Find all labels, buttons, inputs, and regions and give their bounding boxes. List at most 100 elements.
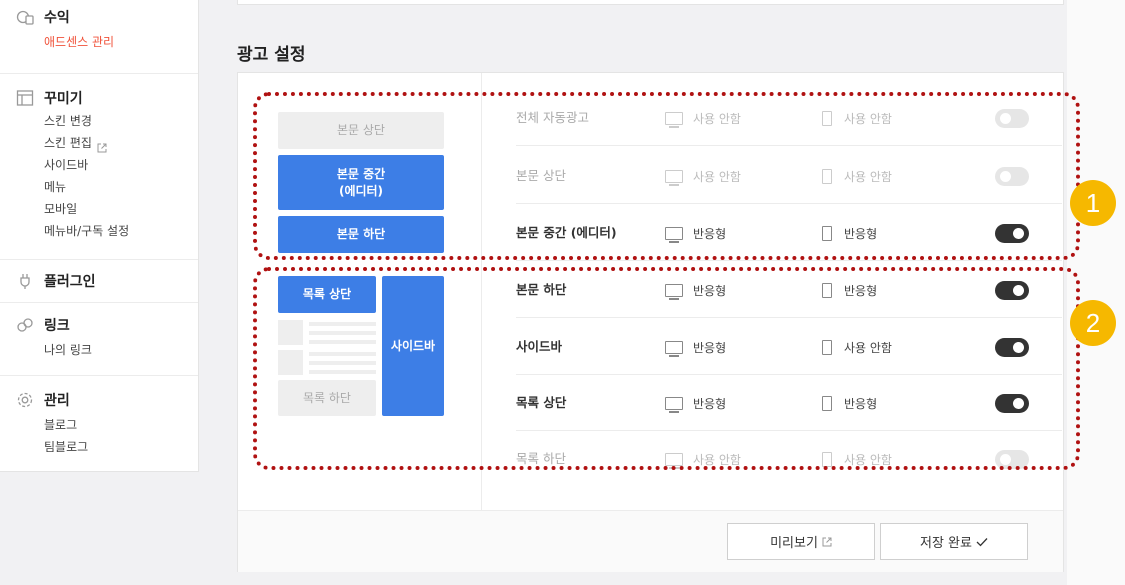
preview-line — [309, 361, 376, 365]
ad-toggle[interactable] — [995, 450, 1029, 469]
sidebar-group-decorate: 꾸미기 스킨 변경 스킨 편집 사이드바 메뉴 모바일 메뉴바/구독 설정 — [0, 74, 198, 260]
sidebar-item-skin-change[interactable]: 스킨 변경 — [16, 110, 198, 132]
external-link-icon — [97, 138, 107, 153]
pc-option[interactable]: 사용 안함 — [665, 90, 741, 146]
ad-toggle[interactable] — [995, 167, 1029, 186]
pc-option-label: 반응형 — [693, 340, 727, 355]
preview-line — [309, 340, 376, 344]
ad-row-body-bottom: 본문 하단 반응형 반응형 — [516, 262, 1062, 318]
ad-row-list-top: 목록 상단 반응형 반응형 — [516, 375, 1062, 431]
desktop-icon — [665, 226, 683, 243]
desktop-icon — [665, 396, 683, 413]
mobile-icon — [822, 339, 832, 355]
preview-list-bottom: 목록 하단 — [278, 380, 376, 416]
ad-toggle[interactable] — [995, 394, 1029, 413]
ad-toggle[interactable] — [995, 109, 1029, 128]
mobile-option[interactable]: 사용 안함 — [822, 319, 892, 375]
ad-row-body-middle: 본문 중간 (에디터) 반응형 반응형 — [516, 205, 1062, 261]
preview-body-bottom: 본문 하단 — [278, 216, 444, 253]
pc-option-label: 반응형 — [693, 396, 727, 411]
mobile-option-label: 사용 안함 — [844, 169, 892, 184]
sidebar-item-blog[interactable]: 블로그 — [16, 414, 198, 436]
sidebar-group-head-decorate[interactable]: 꾸미기 — [16, 86, 198, 110]
row-label: 사이드바 — [516, 339, 563, 354]
mobile-icon — [822, 168, 832, 184]
pc-option[interactable]: 사용 안함 — [665, 148, 741, 204]
mobile-option[interactable]: 사용 안함 — [822, 148, 892, 204]
sidebar: 수익 애드센스 관리 꾸미기 스킨 변경 스킨 편집 사이드바 메뉴 모바일 메… — [0, 0, 199, 472]
preview-list-top: 목록 상단 — [278, 276, 376, 313]
sidebar-item-menubar-settings[interactable]: 메뉴바/구독 설정 — [16, 220, 198, 242]
annotation-marker-2: 2 — [1070, 300, 1116, 346]
sidebar-group-plugin: 플러그인 — [0, 260, 198, 303]
mobile-icon — [822, 451, 832, 467]
mobile-icon — [822, 110, 832, 126]
mobile-option-label: 사용 안함 — [844, 452, 892, 467]
preview-button-label: 미리보기 — [770, 536, 818, 551]
desktop-icon — [665, 111, 683, 128]
mobile-option-label: 사용 안함 — [844, 340, 892, 355]
sidebar-item-mobile[interactable]: 모바일 — [16, 198, 198, 220]
pc-option[interactable]: 반응형 — [665, 262, 726, 318]
ad-settings-panel: 본문 상단 본문 중간 (에디터) 본문 하단 목록 상단 사이드바 목록 하단… — [237, 72, 1064, 572]
mobile-option[interactable]: 사용 안함 — [822, 431, 892, 487]
pc-option-label: 사용 안함 — [693, 452, 741, 467]
ad-toggle[interactable] — [995, 224, 1029, 243]
sidebar-group-head-manage[interactable]: 관리 — [16, 388, 198, 412]
sidebar-group-revenue: 수익 애드센스 관리 — [0, 0, 198, 74]
preview-button[interactable]: 미리보기 — [727, 523, 875, 560]
preview-body-top: 본문 상단 — [278, 112, 444, 149]
mobile-option[interactable]: 사용 안함 — [822, 90, 892, 146]
sidebar-group-head-plugin[interactable]: 플러그인 — [16, 269, 198, 293]
pc-option[interactable]: 사용 안함 — [665, 431, 741, 487]
ad-row-list-bottom: 목록 하단 사용 안함 사용 안함 — [516, 431, 1062, 487]
plug-icon — [16, 272, 34, 290]
sidebar-group-head-link[interactable]: 링크 — [16, 313, 198, 337]
section-title: 광고 설정 — [237, 45, 306, 65]
mobile-option[interactable]: 반응형 — [822, 205, 877, 261]
right-edge — [1067, 0, 1125, 585]
sidebar-item-my-link[interactable]: 나의 링크 — [16, 339, 198, 361]
sidebar-item-team-blog[interactable]: 팀블로그 — [16, 436, 198, 458]
row-label: 본문 상단 — [516, 168, 566, 183]
save-button[interactable]: 저장 완료 — [880, 523, 1028, 560]
mobile-option-label: 반응형 — [844, 226, 878, 241]
preview-thumb — [278, 320, 303, 345]
ad-row-body-top: 본문 상단 사용 안함 사용 안함 — [516, 148, 1062, 204]
preview-thumb — [278, 350, 303, 375]
sidebar-group-head-revenue[interactable]: 수익 — [16, 5, 198, 29]
layout-icon — [16, 89, 34, 107]
sidebar-group-manage: 관리 블로그 팀블로그 — [0, 376, 198, 458]
sidebar-group-title: 꾸미기 — [44, 91, 83, 107]
pc-option[interactable]: 반응형 — [665, 319, 726, 375]
row-label: 본문 중간 (에디터) — [516, 225, 617, 240]
desktop-icon — [665, 169, 683, 186]
pc-option[interactable]: 반응형 — [665, 375, 726, 431]
annotation-marker-1: 1 — [1070, 180, 1116, 226]
row-label: 본문 하단 — [516, 282, 567, 297]
mobile-option-label: 사용 안함 — [844, 111, 892, 126]
sidebar-group-title: 링크 — [44, 318, 70, 334]
ad-row-sidebar: 사이드바 반응형 사용 안함 — [516, 319, 1062, 375]
mobile-option[interactable]: 반응형 — [822, 375, 877, 431]
mobile-icon — [822, 395, 832, 411]
link-icon — [16, 316, 34, 334]
mobile-icon — [822, 282, 832, 298]
sidebar-item-sidebar[interactable]: 사이드바 — [16, 154, 198, 176]
gear-icon — [16, 391, 34, 409]
pc-option[interactable]: 반응형 — [665, 205, 726, 261]
preview-line — [309, 370, 376, 374]
external-link-icon — [822, 537, 832, 546]
sidebar-item-menu[interactable]: 메뉴 — [16, 176, 198, 198]
panel-footer: 미리보기 저장 완료 — [238, 510, 1063, 572]
mobile-option[interactable]: 반응형 — [822, 262, 877, 318]
ad-placement-preview: 본문 상단 본문 중간 (에디터) 본문 하단 목록 상단 사이드바 목록 하단 — [238, 73, 482, 510]
sidebar-item-skin-edit[interactable]: 스킨 편집 — [16, 132, 198, 154]
ad-toggle[interactable] — [995, 338, 1029, 357]
top-card — [237, 0, 1064, 5]
sidebar-group-title: 관리 — [44, 393, 70, 409]
ad-toggle[interactable] — [995, 281, 1029, 300]
mobile-icon — [822, 225, 832, 241]
check-icon — [976, 537, 988, 546]
sidebar-item-adsense[interactable]: 애드센스 관리 — [16, 31, 198, 53]
